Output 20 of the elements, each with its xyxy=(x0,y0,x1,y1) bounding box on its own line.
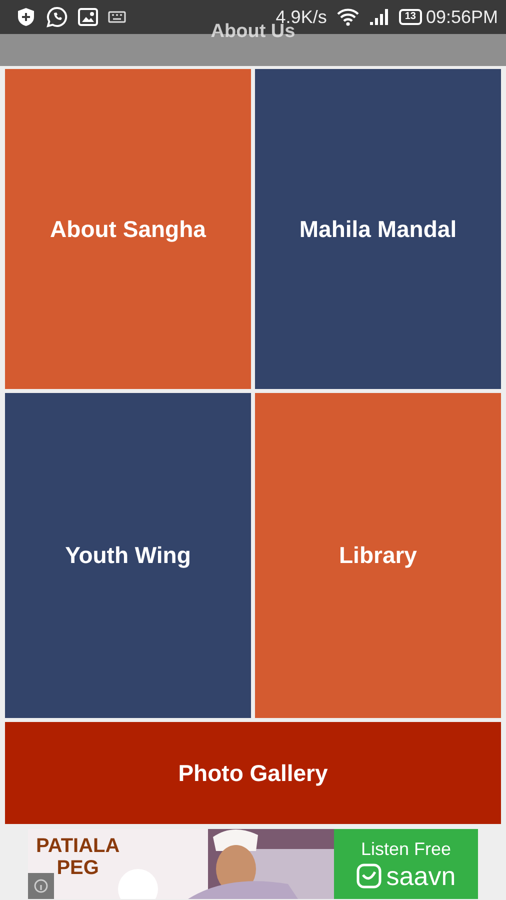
menu-tile[interactable]: About Sangha xyxy=(5,69,251,389)
ad-headline: PEG xyxy=(56,857,99,879)
brand-name: saavn xyxy=(386,862,456,890)
logo-icon xyxy=(356,862,382,888)
menu-tile[interactable]: Youth Wing xyxy=(5,393,251,718)
menu-tile[interactable]: Library xyxy=(255,393,501,718)
wifi-icon xyxy=(336,8,359,26)
ad-tagline: Listen Free xyxy=(360,838,452,860)
keyboard-icon xyxy=(108,11,126,23)
signal-icon xyxy=(368,8,389,26)
image-icon xyxy=(78,8,98,26)
ad-banner[interactable]: PATIALA PEG Listen Free saavn xyxy=(28,829,478,899)
menu-tile[interactable]: Photo Gallery xyxy=(5,722,501,824)
menu-tile[interactable]: Mahila Mandal xyxy=(255,69,501,389)
clock-time: 09:56PM xyxy=(426,6,498,28)
ad-headline: PATIALA xyxy=(36,835,120,857)
chat-bubble-icon xyxy=(46,6,68,28)
info-icon[interactable] xyxy=(28,873,54,899)
battery-level: 13 xyxy=(398,9,422,25)
shield-icon xyxy=(16,7,36,27)
